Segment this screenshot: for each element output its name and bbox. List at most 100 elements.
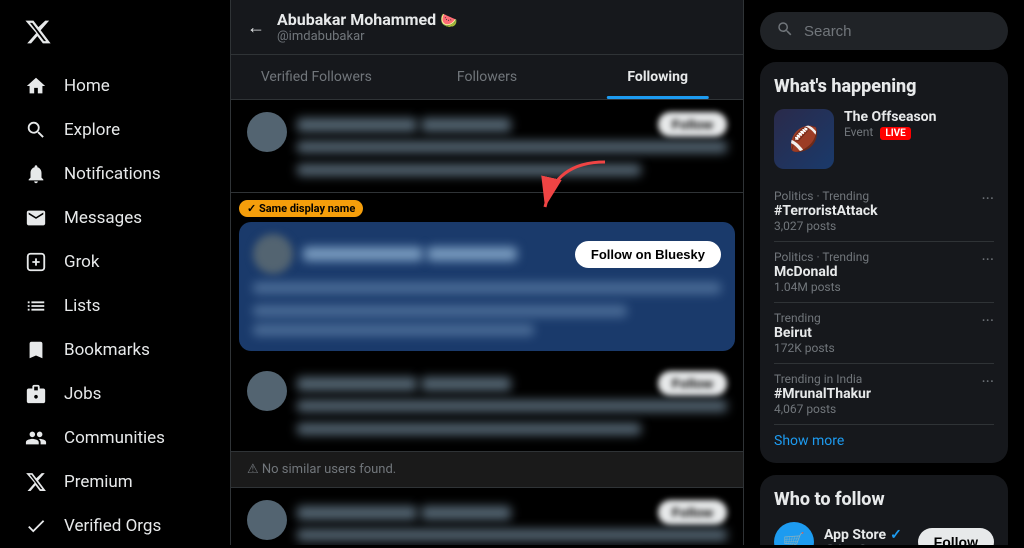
trend-more-icon[interactable]: ··· xyxy=(981,250,994,269)
event-item[interactable]: 🏈 The Offseason Event LIVE xyxy=(774,109,994,169)
trend-name: #MrunalThakur xyxy=(774,386,871,402)
search-icon xyxy=(776,20,794,42)
trend-item-2[interactable]: Trending Beirut 172K posts ··· xyxy=(774,303,994,364)
sidebar-item-notifications[interactable]: Notifications xyxy=(12,152,218,196)
trend-count: 1.04M posts xyxy=(774,280,869,294)
blurred-handle xyxy=(421,118,511,132)
user-content: Follow xyxy=(297,500,727,545)
search-input[interactable] xyxy=(804,23,992,40)
trend-category: Politics · Trending xyxy=(774,250,869,264)
trend-more-icon[interactable]: ··· xyxy=(981,189,994,208)
trend-item-3[interactable]: Trending in India #MrunalThakur 4,067 po… xyxy=(774,364,994,425)
trend-count: 3,027 posts xyxy=(774,219,878,233)
user-content: Follow xyxy=(297,112,727,180)
bluesky-name-blurred xyxy=(303,247,423,261)
mail-icon xyxy=(24,206,48,230)
sidebar-item-lists[interactable]: Lists xyxy=(12,284,218,328)
sidebar-item-verified-orgs[interactable]: Verified Orgs xyxy=(12,504,218,548)
whats-happening-title: What's happening xyxy=(774,76,994,97)
back-button[interactable]: ← xyxy=(247,17,265,38)
sidebar-label-jobs: Jobs xyxy=(64,384,101,404)
list-item: Follow xyxy=(231,100,743,193)
user-name-line: Follow xyxy=(297,112,727,137)
tabs-bar: Verified Followers Followers Following xyxy=(231,55,743,100)
bluesky-section-1: ✓ Same display name Follow on Bluesky xyxy=(239,197,735,351)
trend-category: Trending xyxy=(774,311,835,325)
event-type: Event LIVE xyxy=(844,125,936,140)
list-item: Follow xyxy=(231,359,743,452)
suggestion-name: App Store ✓ xyxy=(824,527,908,543)
sidebar-label-explore: Explore xyxy=(64,120,120,140)
trend-item-0[interactable]: Politics · Trending #TerroristAttack 3,0… xyxy=(774,181,994,242)
bluesky-bio3 xyxy=(253,324,534,336)
follow-button[interactable]: Follow xyxy=(658,371,727,396)
blurred-username xyxy=(297,506,417,520)
trend-more-icon[interactable]: ··· xyxy=(981,372,994,391)
trend-name: #TerroristAttack xyxy=(774,203,878,219)
trend-count: 4,067 posts xyxy=(774,402,871,416)
trend-name: Beirut xyxy=(774,325,835,341)
profile-handle: @imdabubakar xyxy=(277,29,458,44)
sidebar-label-premium: Premium xyxy=(64,472,133,492)
sidebar-item-grok[interactable]: Grok xyxy=(12,240,218,284)
sidebar-label-bookmarks: Bookmarks xyxy=(64,340,150,360)
sidebar-label-lists: Lists xyxy=(64,296,100,316)
suggestion-info: App Store ✓ @AppStore xyxy=(824,527,908,546)
profile-header: ← Abubakar Mohammed 🍉 @imdabubakar xyxy=(231,0,743,55)
user-name-line: Follow xyxy=(297,371,727,396)
bluesky-bio2 xyxy=(253,305,627,317)
sidebar-item-messages[interactable]: Messages xyxy=(12,196,218,240)
trend-more-icon[interactable]: ··· xyxy=(981,311,994,330)
profile-name: Abubakar Mohammed 🍉 xyxy=(277,10,458,29)
no-similar-banner: ⚠ No similar users found. xyxy=(231,452,743,488)
trend-item-1[interactable]: Politics · Trending McDonald 1.04M posts… xyxy=(774,242,994,303)
follow-bluesky-button-1[interactable]: Follow on Bluesky xyxy=(575,241,721,268)
user-content: Follow xyxy=(297,371,727,439)
tab-verified-followers[interactable]: Verified Followers xyxy=(231,55,402,99)
sidebar-item-communities[interactable]: Communities xyxy=(12,416,218,460)
feed: Follow ✓ Same display name xyxy=(231,100,743,545)
avatar xyxy=(247,371,287,411)
avatar xyxy=(247,500,287,540)
follow-button[interactable]: Follow xyxy=(658,112,727,137)
list-item: Follow xyxy=(231,488,743,545)
bluesky-user-row: Follow on Bluesky xyxy=(253,234,721,274)
same-display-badge: ✓ Same display name xyxy=(239,200,363,217)
bookmark-icon xyxy=(24,338,48,362)
follow-appstore-button[interactable]: Follow xyxy=(918,528,994,545)
bluesky-avatar xyxy=(253,234,293,274)
verified-orgs-icon xyxy=(24,514,48,538)
blurred-username xyxy=(297,377,417,391)
sidebar-item-jobs[interactable]: Jobs xyxy=(12,372,218,416)
follow-button[interactable]: Follow xyxy=(658,500,727,525)
sidebar-item-premium[interactable]: Premium xyxy=(12,460,218,504)
sidebar-item-home[interactable]: Home xyxy=(12,64,218,108)
who-to-follow-panel: Who to follow 🛒 App Store ✓ @AppStore Fo… xyxy=(760,475,1008,545)
bluesky-handle-blurred xyxy=(427,247,517,261)
communities-icon xyxy=(24,426,48,450)
logo[interactable] xyxy=(12,8,218,60)
right-sidebar: What's happening 🏈 The Offseason Event L… xyxy=(744,0,1024,545)
jobs-icon xyxy=(24,382,48,406)
event-thumbnail: 🏈 xyxy=(774,109,834,169)
sidebar-item-bookmarks[interactable]: Bookmarks xyxy=(12,328,218,372)
sidebar-item-explore[interactable]: Explore xyxy=(12,108,218,152)
follow-suggestion-0: 🛒 App Store ✓ @AppStore Follow xyxy=(774,522,994,545)
profile-info: Abubakar Mohammed 🍉 @imdabubakar xyxy=(277,10,458,44)
blurred-bio xyxy=(297,529,727,541)
tab-followers[interactable]: Followers xyxy=(402,55,573,99)
event-name: The Offseason xyxy=(844,109,936,125)
show-more-link[interactable]: Show more xyxy=(774,425,994,449)
who-to-follow-title: Who to follow xyxy=(774,489,994,510)
list-icon xyxy=(24,294,48,318)
sidebar-label-communities: Communities xyxy=(64,428,165,448)
search-box[interactable] xyxy=(760,12,1008,50)
tab-following[interactable]: Following xyxy=(572,55,743,99)
live-badge: LIVE xyxy=(880,127,911,140)
home-icon xyxy=(24,74,48,98)
blurred-bio xyxy=(297,400,727,412)
bell-icon xyxy=(24,162,48,186)
no-similar-text: ⚠ No similar users found. xyxy=(247,462,396,477)
bluesky-card: Follow on Bluesky xyxy=(239,222,735,351)
premium-icon xyxy=(24,470,48,494)
